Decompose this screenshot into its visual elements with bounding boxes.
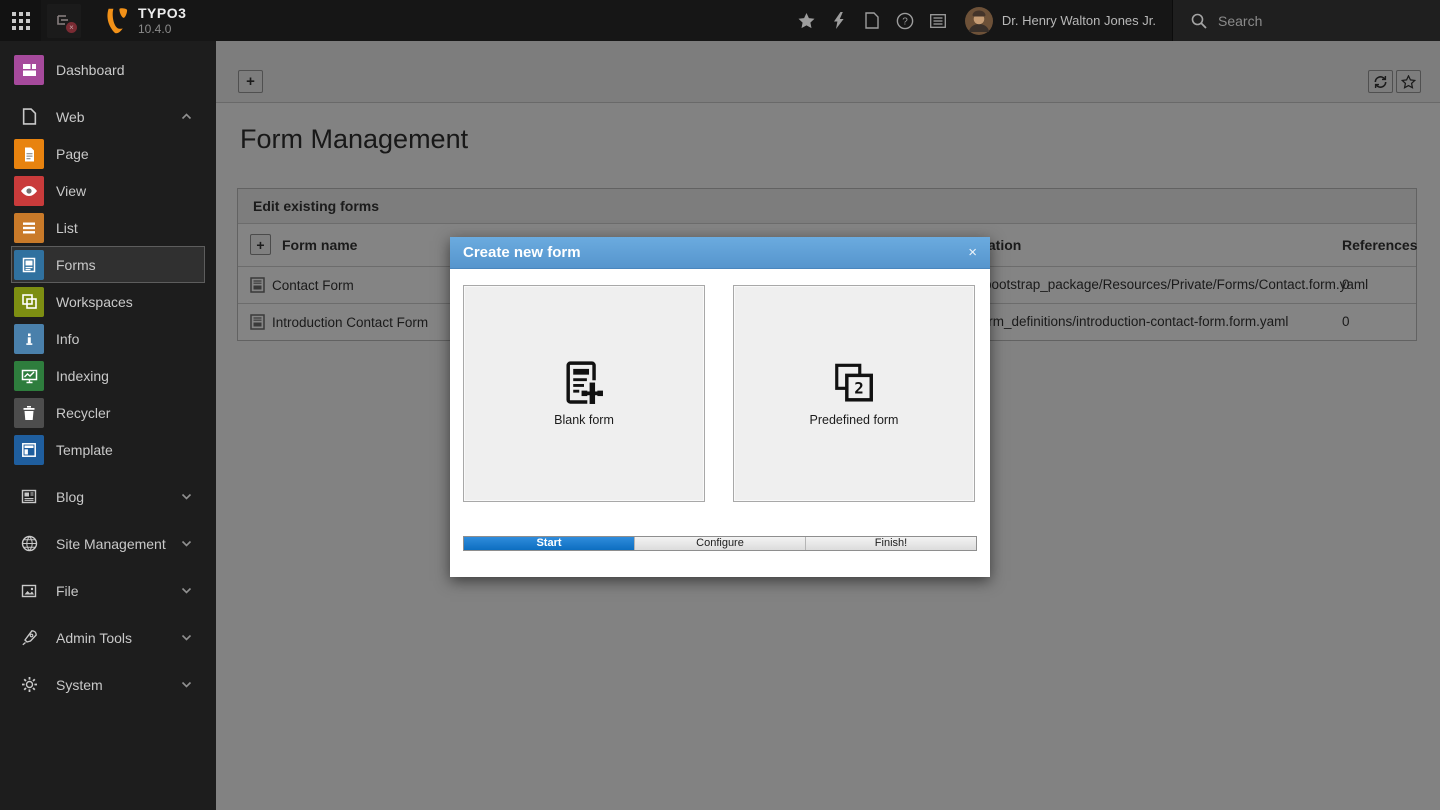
wizard-step-configure: Configure — [634, 537, 805, 550]
wizard-step-finish: Finish! — [805, 537, 976, 550]
sidebar-item-template[interactable]: Template — [11, 431, 205, 468]
template-icon — [14, 435, 44, 465]
sidebar-item-label: File — [56, 583, 181, 599]
sidebar-item-admin-tools[interactable]: Admin Tools — [11, 619, 205, 656]
sidebar-item-label: Indexing — [56, 368, 198, 384]
blog-icon — [14, 489, 44, 504]
sidebar-item-label: Site Management — [56, 536, 181, 552]
sidebar-item-system[interactable]: System — [11, 666, 205, 703]
predefined-form-option[interactable]: 2 Predefined form — [733, 285, 975, 502]
sidebar-item-indexing[interactable]: Indexing — [11, 357, 205, 394]
modal-header: Create new form × — [450, 237, 990, 269]
user-name: Dr. Henry Walton Jones Jr. — [1002, 13, 1156, 28]
brand-name: TYPO3 — [138, 5, 186, 21]
svg-text:?: ? — [903, 16, 909, 27]
svg-text:2: 2 — [854, 378, 864, 397]
chevron-down-icon — [181, 681, 192, 688]
file-icon — [14, 584, 44, 598]
sidebar-item-dashboard[interactable]: Dashboard — [11, 51, 205, 88]
sidebar-item-view[interactable]: View — [11, 172, 205, 209]
web-icon — [14, 108, 44, 125]
indexing-icon — [14, 361, 44, 391]
modules-grid-button[interactable] — [0, 0, 41, 41]
search-input[interactable]: Search — [1172, 0, 1440, 41]
list-menu-icon[interactable] — [922, 0, 955, 41]
sidebar-item-label: Forms — [56, 257, 198, 273]
sidebar-item-label: Page — [56, 146, 198, 162]
module-sidebar: Dashboard Web Page View List Forms Workspaces I… — [0, 41, 216, 810]
avatar — [965, 7, 993, 35]
admintools-icon — [14, 629, 44, 646]
sidebar-item-label: Dashboard — [56, 62, 198, 78]
search-icon — [1191, 13, 1207, 29]
typo3-backend: × TYPO3 10.4.0 — [0, 0, 1440, 810]
chevron-up-icon — [181, 113, 192, 120]
wizard-step-start: Start — [464, 537, 634, 550]
site-icon — [14, 535, 44, 552]
sidebar-item-label: List — [56, 220, 198, 236]
view-icon — [14, 176, 44, 206]
close-icon[interactable]: × — [968, 245, 977, 260]
sidebar-item-file[interactable]: File — [11, 572, 205, 609]
typo3-logo[interactable]: TYPO3 10.4.0 — [103, 5, 186, 36]
typo3-shield-icon — [103, 7, 129, 34]
chevron-down-icon — [181, 587, 192, 594]
pagetree-toggle-button[interactable]: × — [47, 4, 81, 38]
sidebar-item-label: Recycler — [56, 405, 198, 421]
search-placeholder: Search — [1218, 13, 1262, 29]
bolt-icon[interactable] — [823, 0, 856, 41]
document-icon[interactable] — [856, 0, 889, 41]
list-icon — [14, 213, 44, 243]
topbar: × TYPO3 10.4.0 — [0, 0, 1440, 41]
sidebar-item-info[interactable]: Info — [11, 320, 205, 357]
create-new-form-modal: Create new form × Blank form — [450, 237, 990, 577]
blank-form-icon — [561, 361, 607, 407]
sidebar-item-label: Workspaces — [56, 294, 198, 310]
brand-version: 10.4.0 — [138, 22, 186, 36]
user-menu[interactable]: Dr. Henry Walton Jones Jr. — [955, 0, 1172, 41]
option-label: Blank form — [554, 413, 614, 427]
sidebar-item-forms[interactable]: Forms — [11, 246, 205, 283]
dashboard-icon — [14, 55, 44, 85]
wizard-progress: Start Configure Finish! — [463, 536, 977, 551]
sidebar-item-label: View — [56, 183, 198, 199]
workspaces-icon — [14, 287, 44, 317]
help-icon[interactable]: ? — [889, 0, 922, 41]
blank-form-option[interactable]: Blank form — [463, 285, 705, 502]
error-badge-icon: × — [66, 22, 77, 33]
sidebar-item-label: Blog — [56, 489, 181, 505]
page-icon — [14, 139, 44, 169]
sidebar-item-label: Info — [56, 331, 198, 347]
sidebar-item-page[interactable]: Page — [11, 135, 205, 172]
sidebar-item-recycler[interactable]: Recycler — [11, 394, 205, 431]
apps-grid-icon — [12, 12, 30, 30]
system-icon — [14, 676, 44, 693]
option-label: Predefined form — [810, 413, 899, 427]
sidebar-item-label: Admin Tools — [56, 630, 181, 646]
chevron-down-icon — [181, 634, 192, 641]
sidebar-item-label: System — [56, 677, 181, 693]
sidebar-item-list[interactable]: List — [11, 209, 205, 246]
chevron-down-icon — [181, 493, 192, 500]
modal-title: Create new form — [463, 244, 581, 261]
sidebar-item-blog[interactable]: Blog — [11, 478, 205, 515]
predefined-form-icon: 2 — [831, 361, 877, 407]
forms-icon — [14, 250, 44, 280]
chevron-down-icon — [181, 540, 192, 547]
sidebar-item-web[interactable]: Web — [11, 98, 205, 135]
sidebar-item-label: Web — [56, 109, 181, 125]
info-icon — [14, 324, 44, 354]
sidebar-item-label: Template — [56, 442, 198, 458]
bookmark-star-icon[interactable] — [790, 0, 823, 41]
sidebar-item-workspaces[interactable]: Workspaces — [11, 283, 205, 320]
sidebar-item-site-management[interactable]: Site Management — [11, 525, 205, 562]
recycler-icon — [14, 398, 44, 428]
